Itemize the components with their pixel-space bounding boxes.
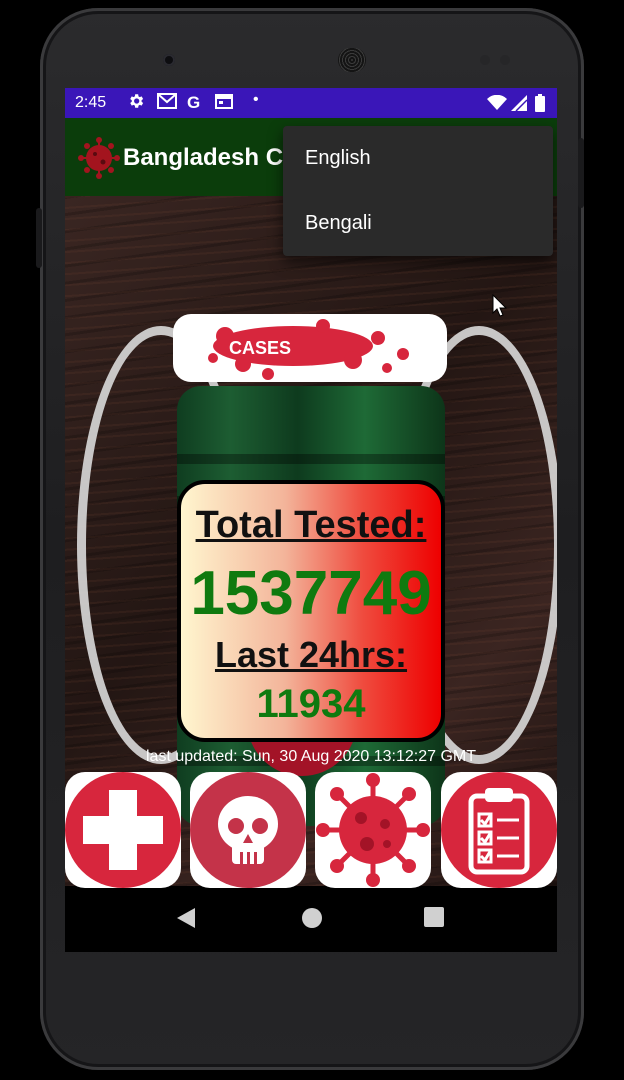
deaths-button[interactable]	[190, 772, 306, 888]
status-time: 2:45	[75, 94, 107, 111]
wifi-icon	[487, 94, 507, 116]
last-updated-text: last updated: Sun, 30 Aug 2020 13:12:27 …	[145, 748, 476, 765]
clipboard-checklist-icon	[441, 772, 557, 888]
status-bar: 2:45 G •	[65, 88, 557, 118]
google-icon: G	[187, 93, 201, 112]
gmail-icon	[157, 92, 177, 115]
bottom-tiles	[65, 772, 557, 888]
medical-cross-icon	[65, 772, 181, 888]
battery-icon	[535, 94, 545, 117]
hospital-button[interactable]	[65, 772, 181, 888]
stats-card: Total Tested: 1537749 Last 24hrs: 11934	[177, 480, 445, 742]
menu-item-bengali[interactable]: Bengali	[283, 191, 553, 256]
dot-icon: •	[253, 91, 259, 108]
mouse-cursor-icon	[492, 294, 508, 317]
virus-splash-icon	[208, 319, 409, 380]
sensor	[500, 55, 510, 65]
cases-detail-button[interactable]	[315, 772, 431, 888]
back-icon[interactable]	[175, 906, 197, 930]
signal-icon	[511, 95, 528, 116]
recents-icon[interactable]	[423, 906, 445, 928]
cases-button[interactable]: CASES	[173, 314, 447, 382]
front-camera	[163, 54, 175, 66]
language-menu: English Bengali	[283, 126, 553, 256]
calendar-icon	[215, 92, 233, 115]
skull-icon	[190, 772, 306, 888]
total-tested-label: Total Tested:	[195, 504, 427, 546]
app-title: Bangladesh C	[123, 144, 284, 171]
virus-logo-icon	[78, 137, 120, 179]
mask-fold	[177, 454, 445, 464]
power-button	[578, 138, 584, 208]
sensor	[480, 55, 490, 65]
earpiece-speaker	[338, 48, 366, 72]
screen: 2:45 G • Bangladesh C CASES Total Tested…	[65, 88, 557, 952]
total-tested-value: 1537749	[190, 559, 432, 628]
last-24hrs-label: Last 24hrs:	[214, 634, 408, 675]
virus-icon	[316, 773, 430, 887]
tests-button[interactable]	[441, 772, 557, 888]
menu-item-english[interactable]: English	[283, 126, 553, 191]
last-24hrs-value: 11934	[256, 682, 366, 726]
volume-button	[36, 208, 42, 268]
cases-button-label: CASES	[229, 338, 292, 358]
home-icon[interactable]	[300, 906, 324, 930]
nav-bar	[65, 888, 557, 952]
settings-icon	[127, 92, 145, 115]
